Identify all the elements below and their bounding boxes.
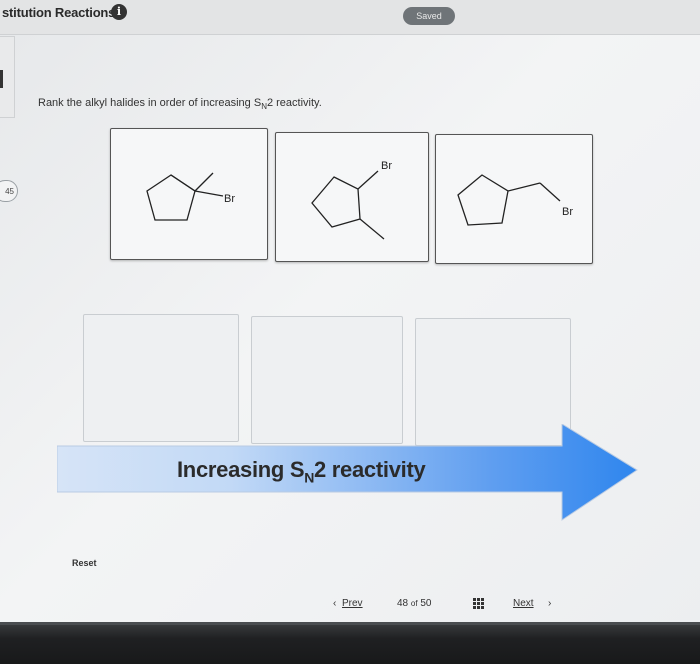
- secondary-bromide-structure: Br: [311, 160, 392, 240]
- primary-bromide-structure: Br: [457, 174, 573, 226]
- grid-view-icon[interactable]: [473, 598, 484, 609]
- question-number-pill[interactable]: 45: [0, 180, 18, 202]
- info-icon[interactable]: i: [111, 4, 127, 20]
- top-bar: stitution Reactions i Saved: [0, 0, 700, 35]
- question-prompt: Rank the alkyl halides in order of incre…: [38, 97, 322, 112]
- bezel-edge: [0, 622, 700, 625]
- ranking-slot-1[interactable]: [83, 314, 239, 442]
- laptop-bezel: [0, 622, 700, 664]
- tertiary-bromide-structure: Br: [146, 172, 235, 221]
- assignment-title: stitution Reactions: [2, 5, 116, 20]
- bromine-label: Br: [224, 193, 235, 205]
- molecule-card-secondary[interactable]: Br: [275, 132, 429, 262]
- bromine-label: Br: [381, 160, 392, 172]
- molecule-card-tertiary[interactable]: Br: [110, 128, 268, 260]
- next-button[interactable]: Next: [513, 598, 534, 609]
- prev-button[interactable]: Prev: [342, 598, 363, 609]
- reset-button[interactable]: Reset: [72, 558, 97, 568]
- screen: stitution Reactions i Saved 45 Rank the …: [0, 0, 700, 664]
- chevron-right-icon[interactable]: ›: [548, 598, 551, 609]
- bromine-label: Br: [562, 206, 573, 218]
- increasing-reactivity-arrow: Increasing SN2 reactivity: [56, 423, 639, 522]
- chevron-left-icon[interactable]: ‹: [333, 598, 336, 609]
- page-indicator: 48 of 50: [397, 598, 432, 609]
- panel-marker: [0, 70, 3, 88]
- molecule-card-primary[interactable]: Br: [435, 134, 593, 264]
- arrow-label: Increasing SN2 reactivity: [177, 457, 426, 486]
- saved-status-badge: Saved: [403, 7, 455, 25]
